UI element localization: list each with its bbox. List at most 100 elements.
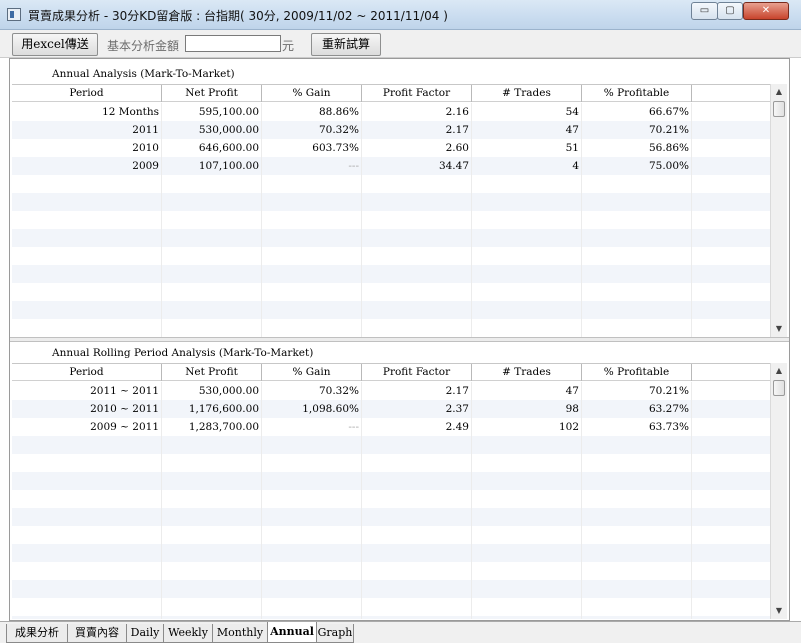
scroll-down-icon[interactable]: ▼ [771,603,787,619]
cell-trades: 47 [472,121,582,139]
cell-profitable: 63.27% [582,400,692,418]
empty-table-row [12,562,772,580]
empty-cell [582,580,692,598]
table-row[interactable]: 2011 ~ 2011 530,000.00 70.32% 2.17 47 70.21% [12,382,772,400]
empty-cell [12,472,162,490]
cell-trades: 102 [472,418,582,436]
empty-cell [472,472,582,490]
tab-0[interactable]: 成果分析 [6,624,68,643]
column-header[interactable]: # Trades [472,85,582,102]
column-header[interactable]: % Profitable [582,364,692,381]
tab-3[interactable]: Weekly [163,624,213,643]
empty-cell [162,598,262,616]
cell-profitable: 63.73% [582,418,692,436]
empty-cell [692,229,772,247]
column-header[interactable]: % Gain [262,364,362,381]
tab-5[interactable]: Annual [267,622,317,643]
column-header[interactable]: Period [12,364,162,381]
amount-input[interactable] [185,35,281,52]
column-header[interactable]: % Gain [262,85,362,102]
column-header[interactable]: # Trades [472,364,582,381]
empty-cell [582,454,692,472]
empty-cell [162,472,262,490]
maximize-button[interactable]: ▢ [717,2,743,20]
empty-cell [582,301,692,319]
empty-cell [582,508,692,526]
column-header[interactable]: Period [12,85,162,102]
empty-cell [472,301,582,319]
minimize-button[interactable]: ▭ [691,2,718,20]
column-header[interactable]: Net Profit [162,85,262,102]
empty-cell [162,544,262,562]
empty-cell [12,544,162,562]
cell-period: 2010 [12,139,162,157]
empty-table-row [12,544,772,562]
table-row[interactable]: 2010 ~ 2011 1,176,600.00 1,098.60% 2.37 98 63… [12,400,772,418]
empty-cell [262,436,362,454]
tab-4[interactable]: Monthly [212,624,268,643]
empty-cell [582,229,692,247]
cell-profit-factor: 34.47 [362,157,472,175]
column-header[interactable]: % Profitable [582,85,692,102]
table-row[interactable]: 2009 ~ 2011 1,283,700.00 --- 2.49 102 63.73% [12,418,772,436]
table-header: Period Net Profit% Gain Profit Factor # Tra… [12,364,772,381]
empty-cell [162,283,262,301]
cell-net-profit: 530,000.00 [162,121,262,139]
empty-cell [12,454,162,472]
cell-profit-factor: 2.17 [362,121,472,139]
empty-cell [472,247,582,265]
empty-cell [12,175,162,193]
empty-cell [362,265,472,283]
empty-cell [692,139,772,157]
empty-cell [12,193,162,211]
recalculate-button[interactable]: 重新試算 [311,33,381,56]
empty-cell [472,283,582,301]
column-header-filler [692,364,772,381]
empty-cell [162,562,262,580]
column-header[interactable]: Profit Factor [362,364,472,381]
cell-net-profit: 107,100.00 [162,157,262,175]
send-to-excel-button[interactable]: 用excel傳送 [12,33,98,56]
column-header[interactable]: Profit Factor [362,85,472,102]
empty-cell [692,508,772,526]
scroll-thumb[interactable] [773,380,785,396]
close-button[interactable]: ✕ [743,2,789,20]
scroll-up-icon[interactable]: ▲ [771,363,787,379]
annual-section: Annual Analysis (Mark-To-Market) Period N… [10,59,789,339]
rolling-vertical-scrollbar[interactable]: ▲ ▼ [770,363,787,619]
table-row[interactable]: 2011 530,000.00 70.32% 2.17 47 70.21% [12,121,772,139]
empty-cell [472,229,582,247]
tab-1[interactable]: 買賣內容 [67,624,127,643]
app-icon [7,8,21,21]
cell-trades: 51 [472,139,582,157]
table-row[interactable]: 12 Months 595,100.00 88.86% 2.16 54 66.67% [12,103,772,121]
tab-2[interactable]: Daily [126,624,164,643]
empty-cell [12,283,162,301]
scroll-down-icon[interactable]: ▼ [771,321,787,337]
title-bar: 買賣成果分析 - 30分KD留倉版 : 台指期( 30分, 2009/11/02… [0,0,801,30]
empty-cell [362,319,472,337]
empty-cell [362,211,472,229]
empty-cell [472,319,582,337]
empty-cell [262,319,362,337]
annual-vertical-scrollbar[interactable]: ▲ ▼ [770,84,787,337]
cell-net-profit: 1,176,600.00 [162,400,262,418]
table-row[interactable]: 2010 646,600.00 603.73% 2.60 51 56.86% [12,139,772,157]
empty-cell [472,490,582,508]
scroll-up-icon[interactable]: ▲ [771,84,787,100]
empty-cell [692,301,772,319]
empty-cell [12,490,162,508]
empty-table-row [12,265,772,283]
tab-6[interactable]: Graph [316,624,354,643]
empty-cell [162,436,262,454]
column-header[interactable]: Net Profit [162,364,262,381]
table-row[interactable]: 2009 107,100.00 --- 34.47 4 75.00% [12,157,772,175]
scroll-thumb[interactable] [773,101,785,117]
empty-cell [582,319,692,337]
empty-cell [692,382,772,400]
empty-cell [362,454,472,472]
empty-table-row [12,598,772,616]
empty-table-row [12,319,772,337]
empty-cell [362,472,472,490]
cell-profit-factor: 2.49 [362,418,472,436]
